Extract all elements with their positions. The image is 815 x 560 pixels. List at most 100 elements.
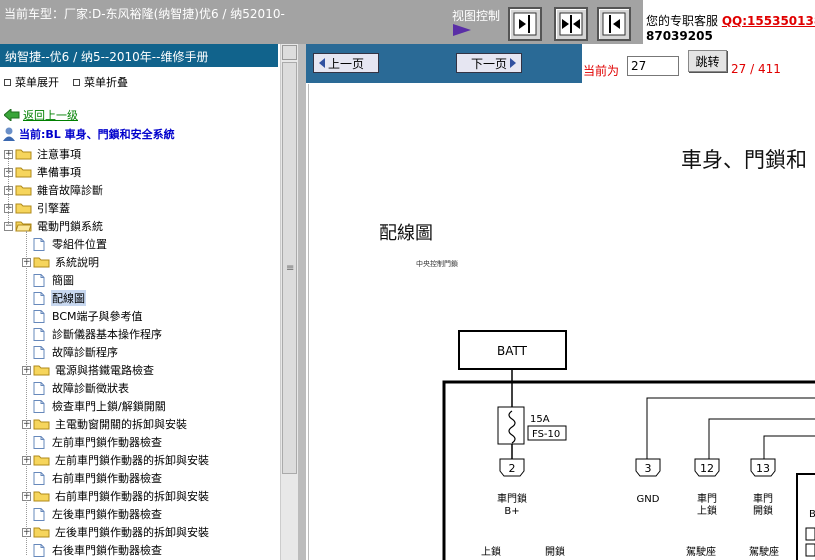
- tree-item-label: 右後車門鎖作動器檢查: [52, 544, 162, 557]
- tree-item[interactable]: 簡圖: [22, 271, 75, 289]
- tree-item[interactable]: + 系統說明: [22, 253, 100, 271]
- top-bar: 当前车型：厂家:D-东风裕隆(纳智捷)优6 / 纳52010- 视图控制 您的专…: [0, 0, 815, 44]
- tree-item[interactable]: 故障診斷徵狀表: [22, 379, 130, 397]
- wiring-diagram: BATT 15A FS-10 2 3 12 13 車門鎖 B+ GND 車門 上…: [442, 330, 815, 560]
- tree-item-label: 左後車門鎖作動器的拆卸與安裝: [55, 526, 209, 539]
- grip-icon: ≡: [286, 263, 295, 274]
- back-up-level[interactable]: 返回上一级: [4, 107, 78, 123]
- document-icon: [33, 381, 45, 395]
- folder-icon: [33, 527, 50, 538]
- collapse-icon: [73, 78, 80, 86]
- tree-item[interactable]: 故障診斷程序: [22, 343, 119, 361]
- current-page-label: 当前为: [583, 64, 620, 78]
- split-center-icon: [559, 12, 583, 36]
- scroll-thumb[interactable]: ≡: [282, 62, 297, 474]
- collapse-right-icon: [513, 12, 537, 36]
- document-icon: [33, 435, 45, 449]
- tree-item[interactable]: 配線圖: [22, 289, 86, 307]
- support-qq-continued[interactable]: 87039205: [646, 29, 713, 43]
- menu-expand-button[interactable]: 菜单展开: [4, 74, 59, 90]
- tree-item-label: 配線圖: [51, 290, 86, 306]
- pin-label: B+: [504, 506, 519, 517]
- tree-item[interactable]: 檢查車門上鎖/解鎖開關: [22, 397, 167, 415]
- document-icon: [33, 399, 45, 413]
- folder-icon: [15, 203, 32, 214]
- tree-item-label: 系統說明: [55, 256, 99, 269]
- tree-item-label: 左前車門鎖作動器檢查: [52, 436, 162, 449]
- folder-icon: [15, 167, 32, 178]
- pin-label: 車門: [697, 492, 717, 505]
- svg-text:B: B: [809, 509, 815, 520]
- collapse-left-button[interactable]: [597, 7, 631, 41]
- document-icon: [33, 291, 45, 305]
- tree-item[interactable]: 右後車門鎖作動器檢查: [22, 541, 163, 559]
- tree-item-label: 診斷儀器基本操作程序: [52, 328, 162, 341]
- tree-guide-line: [26, 231, 27, 555]
- tree-item-label: 檢查車門上鎖/解鎖開關: [52, 400, 166, 413]
- page-nav-bar: 上一页 下一页 当前为 跳转 27 / 411: [306, 44, 815, 83]
- support-qq-link[interactable]: QQ:155350138: [722, 14, 815, 28]
- tree-item[interactable]: + 引擎蓋: [4, 199, 71, 217]
- bottom-label: 駕駛座: [686, 545, 716, 558]
- page-number-input[interactable]: [627, 56, 679, 76]
- tree-item[interactable]: + 左後車門鎖作動器的拆卸與安裝: [22, 523, 210, 541]
- svg-text:13: 13: [756, 462, 770, 475]
- tree-item[interactable]: 左前車門鎖作動器檢查: [22, 433, 163, 451]
- connector-pin-3: 3: [635, 458, 661, 477]
- document-icon: [33, 273, 45, 287]
- tree-item[interactable]: − 電動門鎖系統: [4, 217, 104, 235]
- tree-item-label: 準備事項: [37, 166, 81, 179]
- prev-page-button[interactable]: 上一页: [313, 53, 379, 73]
- tree-item[interactable]: + 準備事項: [4, 163, 82, 181]
- tree-item[interactable]: + 雜音故障診斷: [4, 181, 104, 199]
- tree-item-label: 零組件位置: [52, 238, 107, 251]
- menu-collapse-button[interactable]: 菜单折叠: [73, 74, 128, 90]
- folder-icon: [33, 365, 50, 376]
- tree-item[interactable]: 零組件位置: [22, 235, 108, 253]
- bottom-label: 上鎖: [481, 545, 501, 558]
- document-icon: [33, 507, 45, 521]
- support-panel: 您的专职客服 QQ:155350138 87039205: [643, 0, 815, 44]
- svg-text:3: 3: [645, 462, 652, 475]
- pane-splitter[interactable]: [298, 44, 306, 560]
- connector-pin-12: 12: [694, 458, 720, 477]
- tree-item[interactable]: + 主電動窗開關的拆卸與安裝: [22, 415, 188, 433]
- tree-item-label: 簡圖: [52, 274, 74, 287]
- back-link[interactable]: 返回上一级: [23, 107, 78, 123]
- scroll-up-button[interactable]: [282, 45, 297, 60]
- tree-item[interactable]: + 注意事項: [4, 145, 82, 163]
- document-icon: [33, 237, 45, 251]
- pin-label: 開鎖: [753, 504, 773, 517]
- document-icon: [33, 345, 45, 359]
- tree-item[interactable]: 左後車門鎖作動器檢查: [22, 505, 163, 523]
- tree-item-label: 故障診斷程序: [52, 346, 118, 359]
- svg-text:2: 2: [509, 462, 516, 475]
- tree-item-label: 電動門鎖系統: [37, 220, 103, 233]
- collapse-left-icon: [602, 12, 626, 36]
- folder-icon: [33, 257, 50, 268]
- document-icon: [33, 471, 45, 485]
- document-icon: [33, 543, 45, 557]
- collapse-right-button[interactable]: [508, 7, 542, 41]
- tree-item-label: 電源與搭鐵電路檢查: [55, 364, 154, 377]
- tree-item[interactable]: + 左前車門鎖作動器的拆卸與安裝: [22, 451, 210, 469]
- jump-button[interactable]: 跳转: [688, 50, 727, 72]
- tree-item[interactable]: + 電源與搭鐵電路檢查: [22, 361, 155, 379]
- next-page-button[interactable]: 下一页: [456, 53, 522, 73]
- document-page: 車身、門鎖和 配線圖 中央控制門鎖 BATT 15A FS-10 2 3 12 …: [308, 84, 815, 560]
- current-section: 当前:BL 車身、門鎖和安全系統: [2, 126, 175, 142]
- tree-item-label: 右前車門鎖作動器檢查: [52, 472, 162, 485]
- tree-item[interactable]: 右前車門鎖作動器檢查: [22, 469, 163, 487]
- prev-arrow-icon: [319, 58, 325, 68]
- tree-item[interactable]: + 右前車門鎖作動器的拆卸與安裝: [22, 487, 210, 505]
- page-total: 27 / 411: [731, 62, 781, 76]
- tree-item[interactable]: BCM端子與參考值: [22, 307, 144, 325]
- split-center-button[interactable]: [554, 7, 588, 41]
- tree-item-label: BCM端子與參考值: [52, 310, 143, 323]
- tree-item[interactable]: 診斷儀器基本操作程序: [22, 325, 163, 343]
- tree-guide-line: [8, 154, 9, 226]
- pin-label: 車門: [753, 492, 773, 505]
- sidebar-scrollbar[interactable]: ≡: [280, 44, 298, 560]
- view-arrow-icon: [453, 24, 471, 36]
- connector-pin-13: 13: [750, 458, 776, 477]
